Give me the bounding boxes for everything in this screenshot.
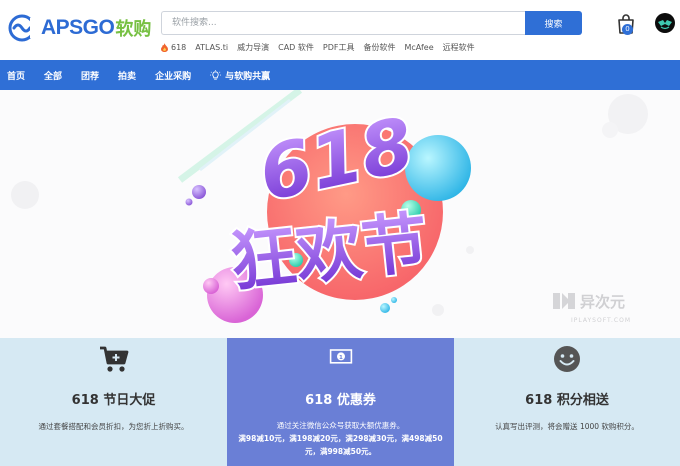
lightbulb-icon — [210, 69, 222, 80]
fire-icon — [161, 42, 168, 52]
nav-item-home[interactable]: 首页 — [7, 69, 25, 82]
banner-artwork: 618 狂欢节 异次元 IPLAYSOFT.COM — [11, 90, 648, 324]
cart-plus-icon — [99, 346, 128, 372]
hot-keyword-powerdirector[interactable]: 威力导演 — [237, 42, 269, 53]
promo-card-coupon[interactable]: 1 618 优惠券 通过关注微信公众号获取大额优惠券。 满98减10元，满198… — [227, 338, 454, 466]
svg-text:1: 1 — [339, 355, 343, 361]
nav-item-partner[interactable]: 与软购共赢 — [210, 69, 270, 82]
hot-keyword-pdf[interactable]: PDF工具 — [323, 42, 355, 53]
promo-banner[interactable]: 618 狂欢节 异次元 IPLAYSOFT.COM — [0, 90, 680, 338]
hot-keyword-atlas[interactable]: ATLAS.ti — [195, 43, 228, 52]
promo-desc: 认真写出评测，将会赠送 1000 软购积分。 — [495, 422, 639, 431]
site-logo[interactable]: APSGO 软购 — [8, 13, 151, 43]
hot-keyword-backup[interactable]: 备份软件 — [363, 42, 395, 53]
hot-keyword-618[interactable]: 618 — [171, 43, 186, 52]
nav-item-auction[interactable]: 拍卖 — [118, 69, 136, 82]
promo-desc-text: 通过关注微信公众号获取大额优惠券。 — [276, 421, 405, 430]
watermark-cn: 异次元 — [580, 293, 625, 311]
money-icon: 1 — [329, 349, 352, 364]
search-input[interactable] — [161, 11, 525, 35]
cart-count-badge: 0 — [622, 24, 633, 35]
avatar-icon — [658, 20, 672, 30]
nav-item-group[interactable]: 团荐 — [81, 69, 99, 82]
nav-item-all[interactable]: 全部 — [44, 69, 62, 82]
promo-cards: 618 节日大促 通过套餐搭配和会员折扣，为您折上折购买。 1 618 优惠券 … — [0, 338, 680, 466]
logo-text: APSGO — [41, 16, 115, 39]
search-bar: 搜索 — [161, 11, 582, 35]
coupon-tiers: 满98减10元，满198减20元，满298减30元，满498减50元，满998减… — [238, 434, 443, 456]
hot-keyword-mcafee[interactable]: McAfee — [404, 43, 433, 52]
main-nav: 首页 全部 团荐 拍卖 企业采购 与软购共赢 — [0, 60, 680, 90]
smiley-icon — [554, 346, 580, 372]
logo-cn-text: 软购 — [115, 19, 152, 40]
search-button[interactable]: 搜索 — [525, 11, 582, 35]
logo-icon — [8, 14, 38, 42]
promo-card-festival[interactable]: 618 节日大促 通过套餐搭配和会员折扣，为您折上折购买。 — [0, 338, 227, 466]
hot-keyword-cad[interactable]: CAD 软件 — [278, 42, 314, 53]
site-header: APSGO 软购 搜索 618 ATLAS.ti 威力导演 CAD 软件 PDF… — [0, 0, 680, 59]
promo-title: 618 积分相送 — [525, 393, 609, 408]
hot-keyword-remote[interactable]: 远程软件 — [443, 42, 475, 53]
watermark-en: IPLAYSOFT.COM — [571, 317, 631, 324]
nav-item-enterprise[interactable]: 企业采购 — [155, 69, 191, 82]
nav-item-partner-label: 与软购共赢 — [225, 71, 271, 82]
promo-desc: 通过关注微信公众号获取大额优惠券。 满98减10元，满198减20元，满298减… — [235, 419, 446, 458]
promo-title: 618 优惠券 — [305, 393, 376, 408]
promo-title: 618 节日大促 — [71, 393, 156, 408]
promo-card-points[interactable]: 618 积分相送 认真写出评测，将会赠送 1000 软购积分。 — [454, 338, 680, 466]
hot-keywords: 618 ATLAS.ti 威力导演 CAD 软件 PDF工具 备份软件 McAf… — [161, 41, 484, 53]
promo-desc: 通过套餐搭配和会员折扣，为您折上折购买。 — [38, 422, 189, 431]
user-avatar[interactable] — [655, 13, 675, 33]
